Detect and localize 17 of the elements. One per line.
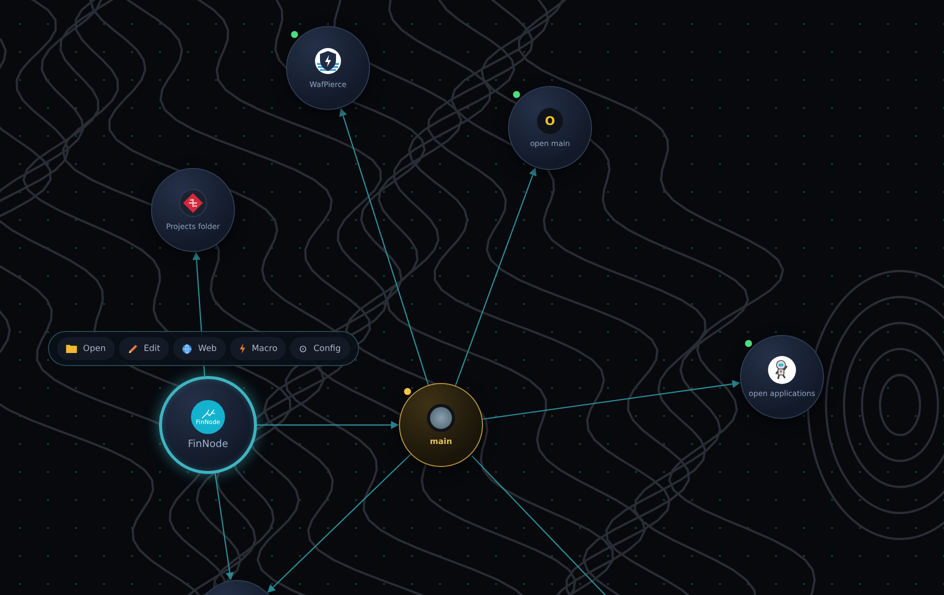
- toolbar-button[interactable]: Edit: [118, 337, 170, 360]
- lightning-icon: [238, 343, 246, 354]
- toolbar-button[interactable]: Open: [57, 337, 115, 360]
- pencil-icon: [128, 344, 138, 354]
- toolbar-button[interactable]: Macro: [230, 337, 286, 360]
- photo-placeholder: [427, 404, 455, 432]
- folder-icon: [66, 344, 77, 353]
- graph-node[interactable]: main: [399, 383, 483, 467]
- settings-icon: [299, 344, 308, 352]
- toolbar-button[interactable]: Web: [173, 337, 226, 360]
- node-label: main: [430, 437, 452, 446]
- globe-icon: [182, 344, 192, 354]
- node-label: FinNode: [188, 439, 228, 450]
- node-initial: O: [537, 108, 563, 134]
- astronaut-icon: [768, 356, 796, 384]
- shield-icon: [314, 47, 342, 75]
- toolbar-button[interactable]: Config: [290, 337, 350, 360]
